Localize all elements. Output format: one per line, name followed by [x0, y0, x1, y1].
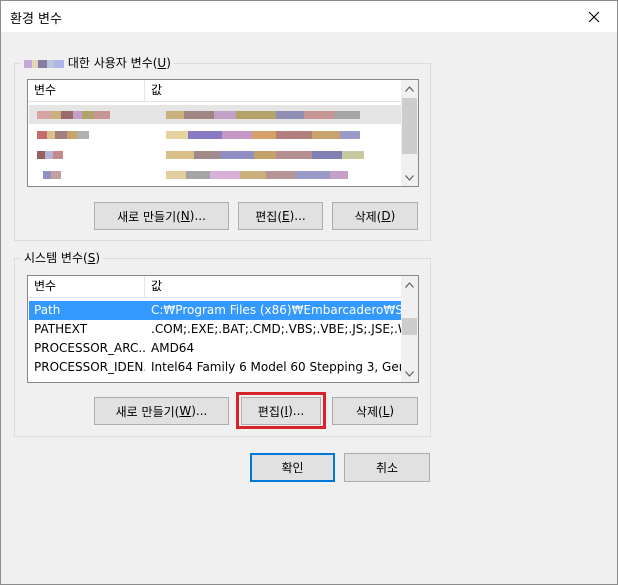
variable-name-cell: Path [34, 303, 61, 317]
system-variables-list[interactable]: 변수 값 Path C:₩Program Files (x86)₩Embarca… [27, 275, 419, 383]
variable-value-cell: C:₩Program Files (x86)₩Embarcadero₩Stu..… [151, 303, 401, 317]
chevron-up-icon [405, 281, 414, 288]
user-column-value[interactable]: 값 [145, 80, 400, 102]
ok-button[interactable]: 확인 [250, 453, 335, 482]
user-variables-list[interactable]: 변수 값 [27, 79, 419, 187]
list-item[interactable] [29, 165, 402, 184]
variable-value-cell: AMD64 [151, 341, 195, 355]
variable-name-cell: PROCESSOR_IDEN... [34, 360, 145, 374]
chevron-up-icon [405, 85, 414, 92]
user-list-header: 변수 값 [28, 80, 418, 102]
redacted-username [24, 56, 68, 70]
redacted-variable-name [29, 105, 145, 124]
system-delete-button[interactable]: 삭제(L) [332, 397, 418, 425]
scroll-thumb[interactable] [402, 98, 417, 154]
variable-name-cell: PROCESSOR_ARC... [34, 341, 145, 355]
chevron-down-icon [405, 370, 414, 377]
user-edit-button[interactable]: 편집(E)... [238, 202, 323, 230]
system-list-header: 변수 값 [28, 276, 418, 298]
redacted-variable-value [161, 105, 401, 124]
list-item[interactable] [29, 125, 402, 144]
variable-value-cell: .COM;.EXE;.BAT;.CMD;.VBS;.VBE;.JS;.JSE;.… [151, 322, 401, 336]
scroll-down-button[interactable] [401, 365, 418, 382]
system-column-value[interactable]: 값 [145, 276, 400, 298]
list-item[interactable] [29, 105, 402, 124]
variable-name-cell: PATHEXT [34, 322, 88, 336]
edit-button-highlight [236, 392, 326, 429]
user-variables-label: 대한 사용자 변수(U) [21, 55, 174, 71]
user-new-button[interactable]: 새로 만들기(N)... [94, 202, 229, 230]
table-row[interactable]: PROCESSOR_ARC... AMD64 [29, 339, 401, 358]
system-new-button[interactable]: 새로 만들기(W)... [94, 397, 229, 425]
environment-variables-dialog: 환경 변수 대한 사용자 변수(U) 변수 값 새로 만들기(N)... 편… [0, 0, 618, 585]
cancel-button[interactable]: 취소 [344, 453, 430, 482]
redacted-variable-value [161, 165, 401, 184]
system-variables-label: 시스템 변수(S) [21, 250, 104, 266]
chevron-down-icon [405, 174, 414, 181]
scroll-thumb[interactable] [402, 318, 417, 335]
scroll-down-button[interactable] [401, 169, 418, 186]
redacted-variable-name [29, 145, 145, 164]
scroll-up-button[interactable] [401, 276, 418, 293]
redacted-variable-name [29, 125, 145, 144]
user-list-scrollbar[interactable] [401, 80, 418, 186]
user-column-variable[interactable]: 변수 [28, 80, 144, 102]
scroll-up-button[interactable] [401, 80, 418, 97]
redacted-variable-name [29, 165, 145, 184]
close-icon [588, 11, 600, 22]
variable-value-cell: Intel64 Family 6 Model 60 Stepping 3, Ge… [151, 360, 401, 374]
system-list-scrollbar[interactable] [401, 276, 418, 382]
table-row[interactable]: PATHEXT .COM;.EXE;.BAT;.CMD;.VBS;.VBE;.J… [29, 320, 401, 339]
table-row[interactable]: Path C:₩Program Files (x86)₩Embarcadero₩… [29, 301, 401, 320]
list-item[interactable] [29, 145, 402, 164]
close-button[interactable] [571, 1, 617, 32]
user-delete-button[interactable]: 삭제(D) [332, 202, 418, 230]
redacted-variable-value [161, 125, 401, 144]
table-row[interactable]: PROCESSOR_IDEN... Intel64 Family 6 Model… [29, 358, 401, 377]
title-bar[interactable]: 환경 변수 [1, 1, 617, 32]
window-title: 환경 변수 [10, 12, 62, 27]
system-column-variable[interactable]: 변수 [28, 276, 144, 298]
redacted-variable-value [161, 145, 401, 164]
